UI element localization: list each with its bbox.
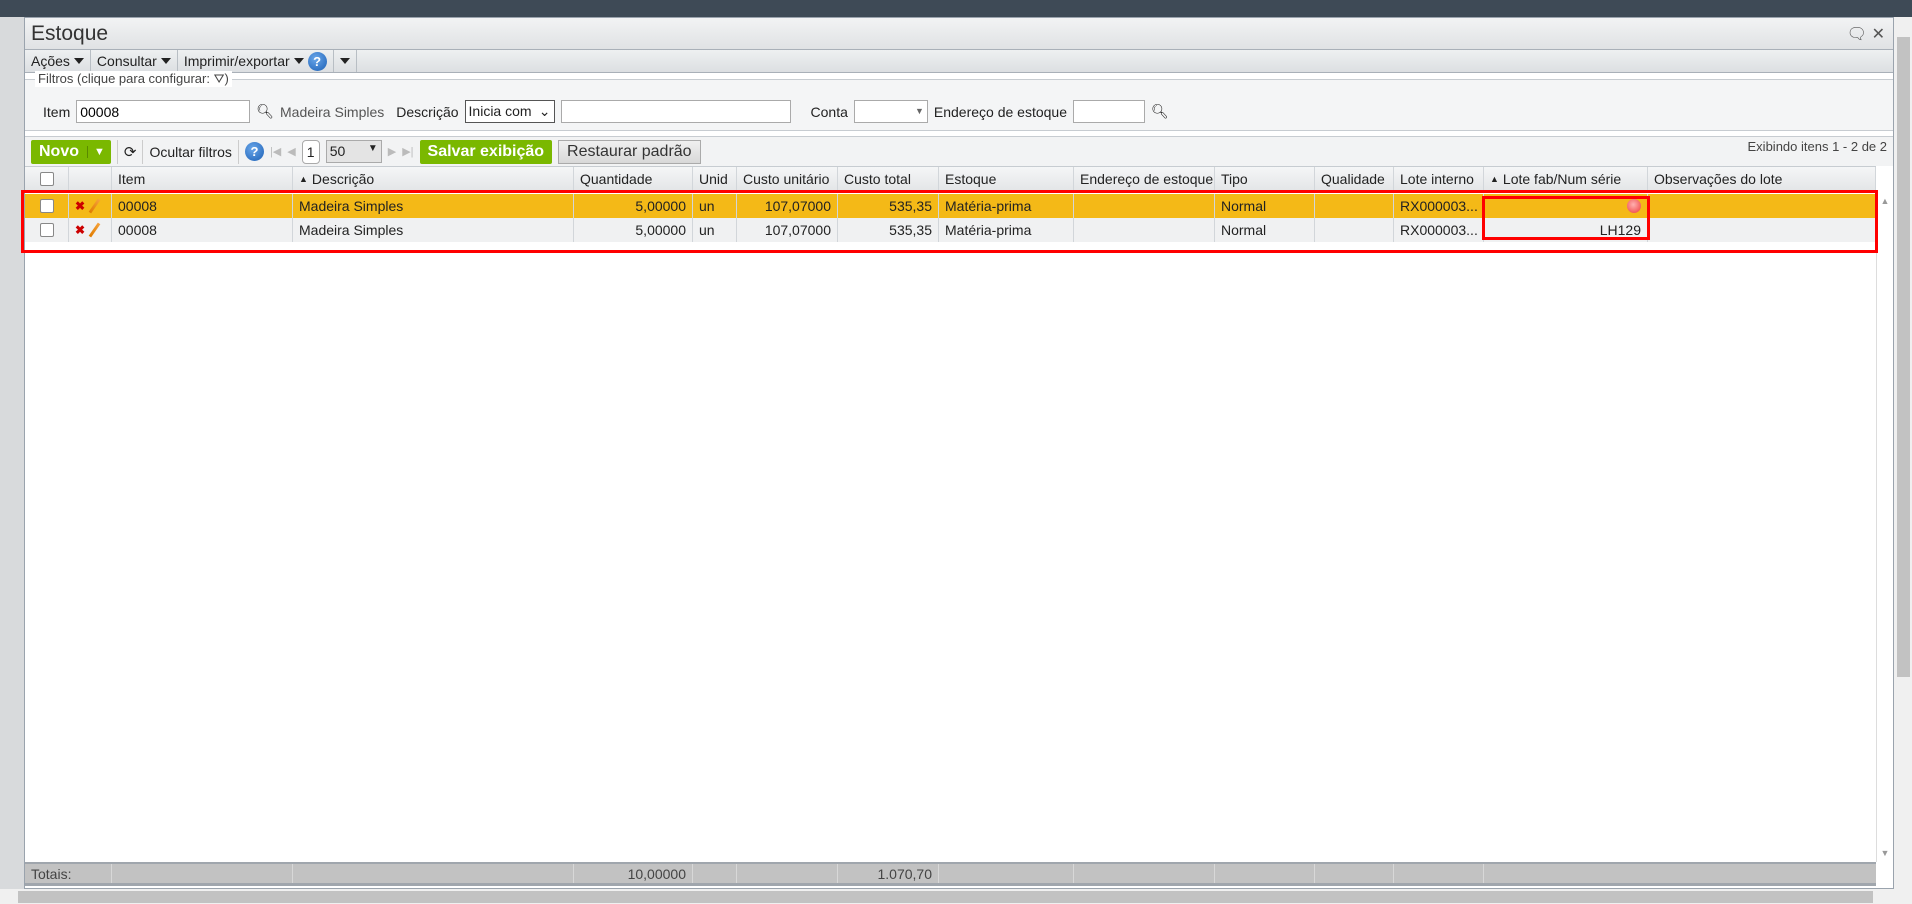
header-quantidade[interactable]: Quantidade bbox=[574, 167, 693, 191]
salvar-exibicao-button[interactable]: Salvar exibição bbox=[419, 139, 553, 164]
help-icon[interactable]: ? bbox=[307, 51, 327, 71]
filters-legend-text: Filtros (clique para configurar: bbox=[38, 71, 210, 86]
dropdown-arrow-icon: ▼ bbox=[367, 143, 378, 154]
menu-consultar[interactable]: Consultar bbox=[91, 50, 178, 72]
dialog-titlebar: Estoque 🗨 ✕ bbox=[25, 18, 1893, 50]
estoque-dialog: Estoque 🗨 ✕ Ações Consultar Imprimir/exp… bbox=[24, 17, 1894, 889]
menu-label: Consultar bbox=[96, 53, 157, 69]
select-all-checkbox[interactable] bbox=[25, 167, 69, 191]
item-input[interactable] bbox=[76, 100, 251, 123]
header-observacoes[interactable]: Observações do lote bbox=[1648, 167, 1876, 191]
filters-legend-end: ) bbox=[224, 71, 229, 86]
header-lote-fab[interactable]: ▲ Lote fab/Num série bbox=[1484, 167, 1648, 191]
last-page-icon[interactable]: ▶| bbox=[402, 145, 413, 158]
scroll-up-icon[interactable]: ▲ bbox=[1877, 196, 1893, 206]
highlight-lote-fab-box bbox=[1482, 196, 1650, 240]
endereco-label: Endereço de estoque bbox=[933, 103, 1067, 120]
page-size-select[interactable]: 50 ▼ bbox=[325, 140, 382, 163]
header-estoque[interactable]: Estoque bbox=[939, 167, 1074, 191]
header-custo-unitario[interactable]: Custo unitário bbox=[737, 167, 838, 191]
header-endereco[interactable]: Endereço de estoque bbox=[1074, 167, 1215, 191]
descricao-label: Descrição bbox=[396, 103, 459, 120]
menu-label: Imprimir/exportar bbox=[183, 53, 290, 69]
header-actions bbox=[69, 167, 112, 191]
totals-quantidade: 10,00000 bbox=[574, 864, 693, 883]
header-label: Lote fab/Num série bbox=[1502, 171, 1622, 187]
divider bbox=[237, 139, 239, 164]
dropdown-arrow-icon bbox=[73, 58, 84, 64]
divider bbox=[142, 139, 144, 164]
descricao-mode-value: Inicia com bbox=[468, 103, 532, 119]
menu-imprimir-exportar[interactable]: Imprimir/exportar? bbox=[178, 50, 334, 72]
scrollbar-thumb[interactable] bbox=[18, 891, 1873, 903]
dropdown-arrow-icon: ▼ bbox=[914, 106, 924, 116]
header-item[interactable]: Item bbox=[112, 167, 293, 191]
totals-custo-total: 1.070,70 bbox=[838, 864, 939, 883]
dropdown-arrow-icon bbox=[339, 58, 350, 64]
first-page-icon[interactable]: |◀ bbox=[270, 145, 281, 158]
novo-button[interactable]: Novo ▼ bbox=[31, 139, 111, 164]
endereco-input[interactable] bbox=[1073, 100, 1145, 123]
search-icon[interactable]: 🔍︎ bbox=[1151, 103, 1169, 120]
next-page-icon[interactable]: ▶ bbox=[388, 145, 396, 158]
restaurar-padrao-button[interactable]: Restaurar padrão bbox=[558, 139, 701, 164]
grid-vertical-scrollbar[interactable]: ▲ ▼ bbox=[1876, 192, 1893, 862]
grid-header: Item ▲ Descrição Quantidade Unid Custo un… bbox=[25, 166, 1876, 192]
item-label: Item bbox=[43, 103, 71, 120]
sort-asc-icon: ▲ bbox=[1490, 174, 1499, 184]
conta-label: Conta bbox=[810, 103, 848, 120]
header-unid[interactable]: Unid bbox=[693, 167, 737, 191]
comment-icon[interactable]: 🗨 bbox=[1847, 24, 1867, 44]
scrollbar-thumb[interactable] bbox=[1897, 37, 1910, 677]
header-lote-interno[interactable]: Lote interno bbox=[1394, 167, 1484, 191]
menu-bar: Ações Consultar Imprimir/exportar? bbox=[25, 50, 1893, 73]
chevron-down-icon: ⌄ bbox=[538, 103, 551, 119]
novo-dropdown-icon[interactable]: ▼ bbox=[87, 145, 111, 158]
item-description: Madeira Simples bbox=[280, 103, 385, 120]
grid-toolbar: Novo ▼ ⟳ Ocultar filtros ? |◀ ◀ 1 50 ▼ ▶ ▶… bbox=[25, 136, 1893, 166]
menu-acoes[interactable]: Ações bbox=[25, 50, 91, 72]
search-icon[interactable]: 🔍︎ bbox=[256, 103, 274, 120]
filter-icon[interactable]: ⛛ bbox=[214, 71, 225, 86]
header-descricao[interactable]: ▲ Descrição bbox=[293, 167, 574, 191]
dialog-title: Estoque bbox=[31, 22, 109, 45]
header-tipo[interactable]: Tipo bbox=[1215, 167, 1315, 191]
checkbox[interactable] bbox=[39, 172, 54, 186]
totals-label: Totais: bbox=[25, 864, 112, 883]
descricao-mode-select[interactable]: Inicia com ⌄ bbox=[464, 100, 555, 123]
header-qualidade[interactable]: Qualidade bbox=[1315, 167, 1394, 191]
totals-row: Totais: 10,00000 1.070,70 bbox=[25, 862, 1876, 886]
menu-label: Ações bbox=[31, 53, 70, 69]
scroll-down-icon[interactable]: ▼ bbox=[1877, 848, 1893, 858]
header-custo-total[interactable]: Custo total bbox=[838, 167, 939, 191]
ocultar-filtros-button[interactable]: Ocultar filtros bbox=[149, 144, 231, 160]
sort-asc-icon: ▲ bbox=[299, 174, 308, 184]
page-input[interactable]: 1 bbox=[301, 139, 320, 164]
header-label: Descrição bbox=[311, 171, 375, 187]
divider bbox=[116, 139, 118, 164]
menu-help-dropdown[interactable] bbox=[334, 50, 357, 72]
dropdown-arrow-icon bbox=[293, 58, 304, 64]
conta-select[interactable]: ▼ bbox=[853, 100, 928, 123]
novo-label: Novo bbox=[39, 142, 79, 160]
close-icon[interactable]: ✕ bbox=[1872, 24, 1885, 44]
filters-panel: Filtros (clique para configurar: ⛛) Item… bbox=[25, 71, 1893, 131]
prev-page-icon[interactable]: ◀ bbox=[287, 145, 295, 158]
page-size-value: 50 bbox=[329, 143, 346, 159]
dropdown-arrow-icon bbox=[160, 58, 171, 64]
pagination-status: Exibindo itens 1 - 2 de 2 bbox=[1747, 139, 1887, 154]
descricao-input[interactable] bbox=[560, 100, 791, 123]
help-icon[interactable]: ? bbox=[244, 142, 264, 161]
refresh-icon[interactable]: ⟳ bbox=[124, 143, 137, 161]
page-vertical-scrollbar[interactable] bbox=[1894, 17, 1912, 889]
page-horizontal-scrollbar[interactable] bbox=[0, 889, 1912, 904]
filters-legend[interactable]: Filtros (clique para configurar: ⛛) bbox=[35, 71, 232, 87]
